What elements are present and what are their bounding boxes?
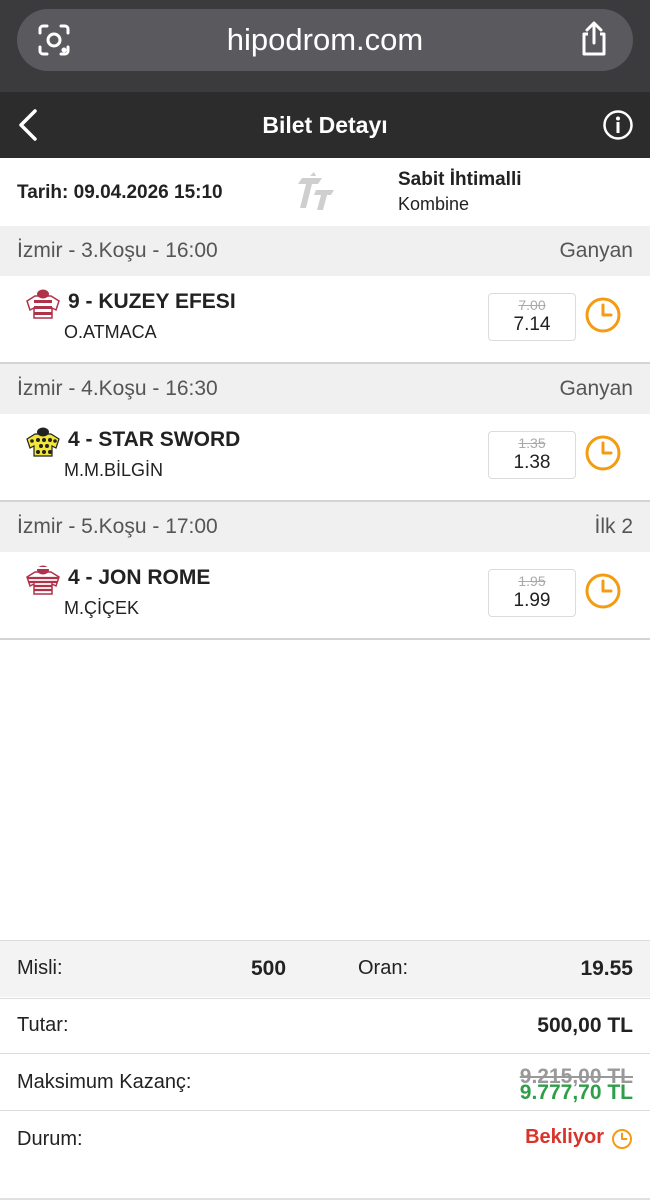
runner-name: 4 - JON ROME (68, 566, 211, 589)
odds-box[interactable]: 1.95 1.99 (488, 569, 576, 617)
max-win-label: Maksimum Kazanç: (17, 1071, 192, 1093)
browser-bar: hipodrom.com (0, 0, 650, 92)
jockey-name: M.ÇİÇEK (64, 598, 140, 618)
clock-icon (612, 1129, 632, 1149)
odds-box[interactable]: 7.00 7.14 (488, 293, 576, 341)
url-text[interactable]: hipodrom.com (17, 9, 633, 71)
runner-row[interactable]: 4 - STAR SWORD M.M.BİLGİN 1.35 1.38 (0, 414, 650, 502)
tutar-value: 500,00 TL (537, 1014, 633, 1037)
tjk-logo-icon (298, 172, 334, 210)
date-label: Tarih: 09.04.2026 15:10 (17, 182, 223, 204)
odds-old: 7.00 (518, 297, 546, 313)
jockey-name: M.M.BİLGİN (64, 460, 164, 480)
race-bet-type: İlk 2 (594, 515, 633, 538)
race-title: İzmir - 3.Koşu - 16:00 (17, 239, 218, 262)
race-bet-type: Ganyan (559, 377, 633, 400)
max-win-new: 9.777,70 TL (519, 1081, 633, 1104)
durum-label: Durum: (17, 1128, 83, 1150)
race-header: İzmir - 3.Koşu - 16:00 Ganyan (0, 226, 650, 276)
race-title: İzmir - 4.Koşu - 16:30 (17, 377, 218, 400)
runner-row[interactable]: 9 - KUZEY EFESI O.ATMACA 7.00 7.14 (0, 276, 650, 364)
address-bar[interactable]: hipodrom.com (17, 9, 633, 71)
tutar-label: Tutar: (17, 1014, 69, 1036)
race-header: İzmir - 5.Koşu - 17:00 İlk 2 (0, 502, 650, 552)
odds-box[interactable]: 1.35 1.38 (488, 431, 576, 479)
odds-old: 1.35 (518, 435, 546, 451)
clock-icon[interactable] (584, 434, 622, 472)
share-icon[interactable] (577, 21, 611, 57)
clock-icon[interactable] (584, 572, 622, 610)
jockey-silk-icon (26, 289, 60, 319)
jockey-name: O.ATMACA (64, 322, 157, 342)
race-title: İzmir - 5.Koşu - 17:00 (17, 515, 218, 538)
status-badge: Bekliyor (525, 1126, 604, 1148)
date-value: 09.04.2026 15:10 (73, 182, 223, 203)
race-bet-type: Ganyan (559, 239, 633, 262)
oran-label: Oran: (358, 957, 409, 979)
odds-new: 1.99 (513, 590, 551, 611)
bet-kind: Kombine (398, 194, 470, 214)
jockey-silk-icon (26, 565, 60, 595)
odds-old: 1.95 (518, 573, 546, 589)
app-header: Bilet Detayı (0, 92, 650, 158)
ticket-info: Tarih: 09.04.2026 15:10 Sabit İhtimalli … (0, 158, 650, 226)
clock-icon[interactable] (584, 296, 622, 334)
runner-name: 9 - KUZEY EFESI (68, 290, 236, 313)
bet-type: Sabit İhtimalli (398, 169, 522, 190)
page-title: Bilet Detayı (262, 112, 388, 138)
date-label-text: Tarih: (17, 182, 69, 203)
misli-value: 500 (251, 957, 287, 980)
oran-value: 19.55 (580, 957, 633, 980)
runner-name: 4 - STAR SWORD (68, 428, 241, 451)
amount-row: Tutar: 500,00 TL (0, 998, 650, 1053)
stake-odds-row: Misli: 500 Oran: 19.55 (0, 940, 650, 997)
misli-label: Misli: (17, 957, 63, 979)
runner-row[interactable]: 4 - JON ROME M.ÇİÇEK 1.95 1.99 (0, 552, 650, 640)
odds-new: 1.38 (513, 452, 551, 473)
race-header: İzmir - 4.Koşu - 16:30 Ganyan (0, 364, 650, 414)
info-circle-icon[interactable] (602, 109, 634, 141)
jockey-silk-icon (26, 427, 60, 457)
odds-new: 7.14 (513, 314, 551, 335)
